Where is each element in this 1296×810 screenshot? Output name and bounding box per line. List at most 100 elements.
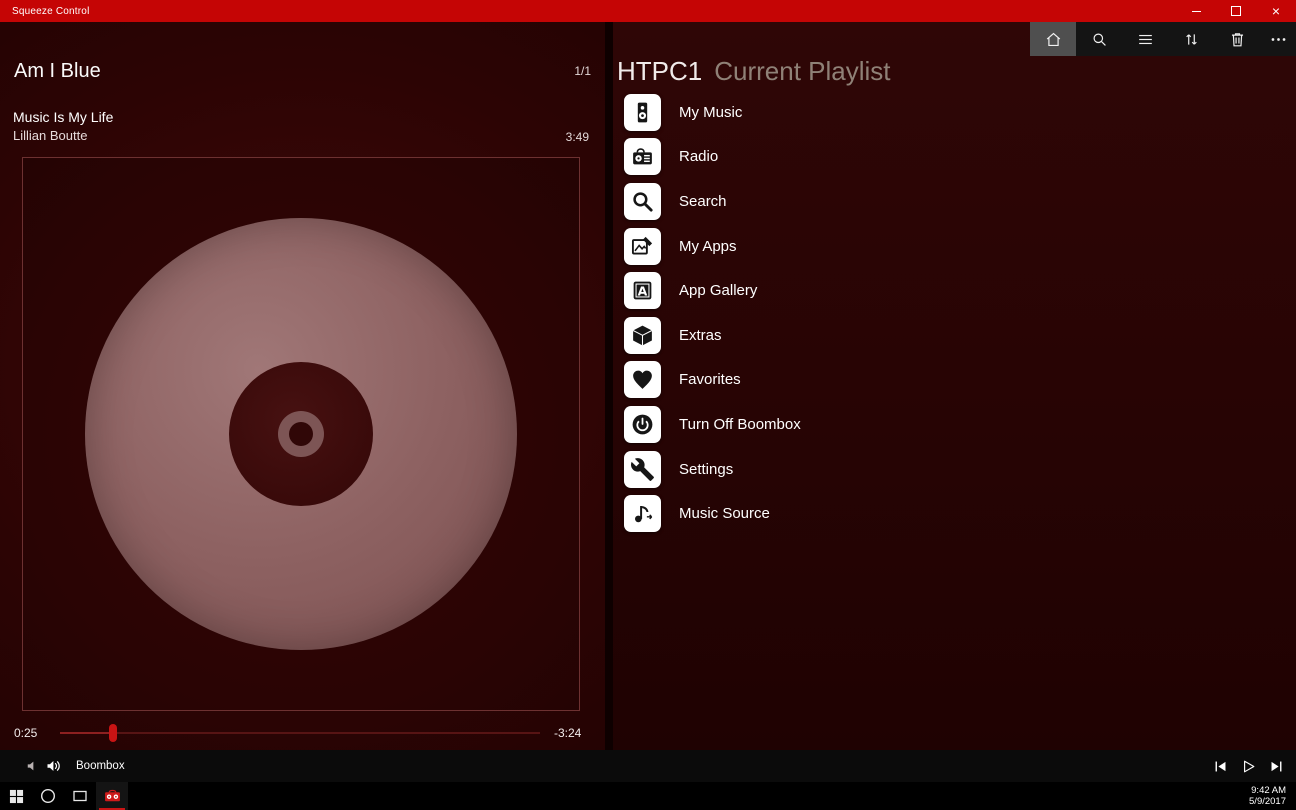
maximize-icon [1231, 6, 1241, 16]
mute-button[interactable] [26, 759, 40, 773]
playlist-title: Current Playlist [714, 56, 890, 86]
windows-start-icon [9, 789, 24, 804]
more-ellipsis-icon [1269, 30, 1288, 49]
clock-time: 9:42 AM [1249, 785, 1286, 796]
player-bar: Boombox [0, 750, 1296, 782]
minimize-icon [1192, 11, 1201, 12]
sort-icon [1182, 30, 1201, 49]
home-menu: My Music Radio Search My Apps [624, 90, 801, 536]
speaker-icon [624, 94, 661, 131]
device-name: HTPC1 [617, 56, 702, 86]
menu-label: Radio [679, 148, 718, 165]
search-button[interactable] [1076, 22, 1122, 56]
menu-label: My Apps [679, 238, 737, 255]
progress-fill [60, 732, 113, 734]
delete-icon [1228, 30, 1247, 49]
cortana-button[interactable] [32, 782, 64, 810]
heart-icon [624, 361, 661, 398]
minimize-button[interactable] [1176, 0, 1216, 22]
volume-group: Boombox [26, 758, 125, 774]
menu-item-extras[interactable]: Extras [624, 313, 801, 358]
next-track-icon [1268, 758, 1285, 775]
main-area: Am I Blue 1/1 Music Is My Life Lillian B… [0, 22, 1296, 750]
menu-item-my-music[interactable]: My Music [624, 90, 801, 135]
queue-list-icon [1136, 30, 1155, 49]
vinyl-disc-graphic [85, 218, 517, 650]
menu-item-turn-off-boombox[interactable]: Turn Off Boombox [624, 402, 801, 447]
disc-center [229, 362, 373, 506]
close-button[interactable]: × [1256, 0, 1296, 22]
delete-button[interactable] [1214, 22, 1260, 56]
volume-icon [46, 758, 62, 774]
menu-label: Extras [679, 327, 722, 344]
previous-track-button[interactable] [1206, 752, 1234, 780]
track-counter: 1/1 [574, 64, 591, 78]
mute-icon [26, 759, 40, 773]
menu-item-radio[interactable]: Radio [624, 135, 801, 180]
volume-button[interactable] [46, 758, 62, 774]
next-track-button[interactable] [1262, 752, 1290, 780]
play-icon [1240, 758, 1257, 775]
squeeze-control-taskbar-button[interactable] [96, 782, 128, 810]
progress-slider[interactable] [60, 732, 540, 734]
previous-track-icon [1212, 758, 1229, 775]
disc-hub [278, 411, 324, 457]
menu-item-my-apps[interactable]: My Apps [624, 224, 801, 269]
menu-label: Turn Off Boombox [679, 416, 801, 433]
play-button[interactable] [1234, 752, 1262, 780]
search-icon [624, 183, 661, 220]
track-title: Music Is My Life [13, 109, 113, 125]
task-view-button[interactable] [64, 782, 96, 810]
menu-item-search[interactable]: Search [624, 179, 801, 224]
radio-icon [624, 138, 661, 175]
menu-label: Music Source [679, 505, 770, 522]
menu-label: My Music [679, 104, 742, 121]
more-button[interactable] [1260, 22, 1296, 56]
progress-thumb[interactable] [109, 724, 117, 742]
queue-button[interactable] [1122, 22, 1168, 56]
menu-item-music-source[interactable]: Music Source [624, 491, 801, 536]
cube-icon [624, 317, 661, 354]
search-icon [1090, 30, 1109, 49]
squeeze-control-app-icon [104, 788, 121, 805]
menu-item-settings[interactable]: Settings [624, 447, 801, 492]
start-button[interactable] [0, 782, 32, 810]
task-view-icon [72, 788, 88, 804]
menu-label: Favorites [679, 371, 741, 388]
playlist-panel: HTPC1Current Playlist My Music Radio Sea [613, 22, 1296, 750]
maximize-button[interactable] [1216, 0, 1256, 22]
apps-edit-icon [624, 228, 661, 265]
power-icon [624, 406, 661, 443]
album-art [22, 157, 580, 711]
window-title: Squeeze Control [12, 6, 90, 17]
transport-controls [1206, 752, 1290, 780]
disc-hole [289, 422, 313, 446]
close-icon: × [1272, 4, 1280, 18]
app-gallery-icon: A [624, 272, 661, 309]
now-playing-title: Am I Blue [14, 60, 101, 83]
menu-label: App Gallery [679, 282, 757, 299]
cortana-icon [40, 788, 56, 804]
top-toolbar [1030, 22, 1296, 56]
clock-date: 5/9/2017 [1249, 796, 1286, 807]
elapsed-time: 0:25 [14, 726, 37, 740]
taskbar-clock[interactable]: 9:42 AM 5/9/2017 [1249, 785, 1286, 807]
home-icon [1044, 30, 1063, 49]
menu-label: Settings [679, 461, 733, 478]
menu-item-favorites[interactable]: Favorites [624, 358, 801, 403]
titlebar: Squeeze Control × [0, 0, 1296, 22]
remaining-time: -3:24 [554, 726, 581, 740]
menu-item-app-gallery[interactable]: A App Gallery [624, 268, 801, 313]
track-artist: Lillian Boutte [13, 128, 87, 143]
playlist-header: HTPC1 Current Playlist [617, 56, 891, 87]
sort-button[interactable] [1168, 22, 1214, 56]
zone-label: Boombox [76, 760, 125, 772]
wrench-icon [624, 451, 661, 488]
svg-text:A: A [638, 283, 648, 298]
home-button[interactable] [1030, 22, 1076, 56]
music-note-arrow-icon [624, 495, 661, 532]
panel-divider [605, 22, 613, 750]
caption-buttons: × [1176, 0, 1296, 22]
windows-taskbar: 9:42 AM 5/9/2017 [0, 782, 1296, 810]
track-duration: 3:49 [566, 130, 589, 144]
